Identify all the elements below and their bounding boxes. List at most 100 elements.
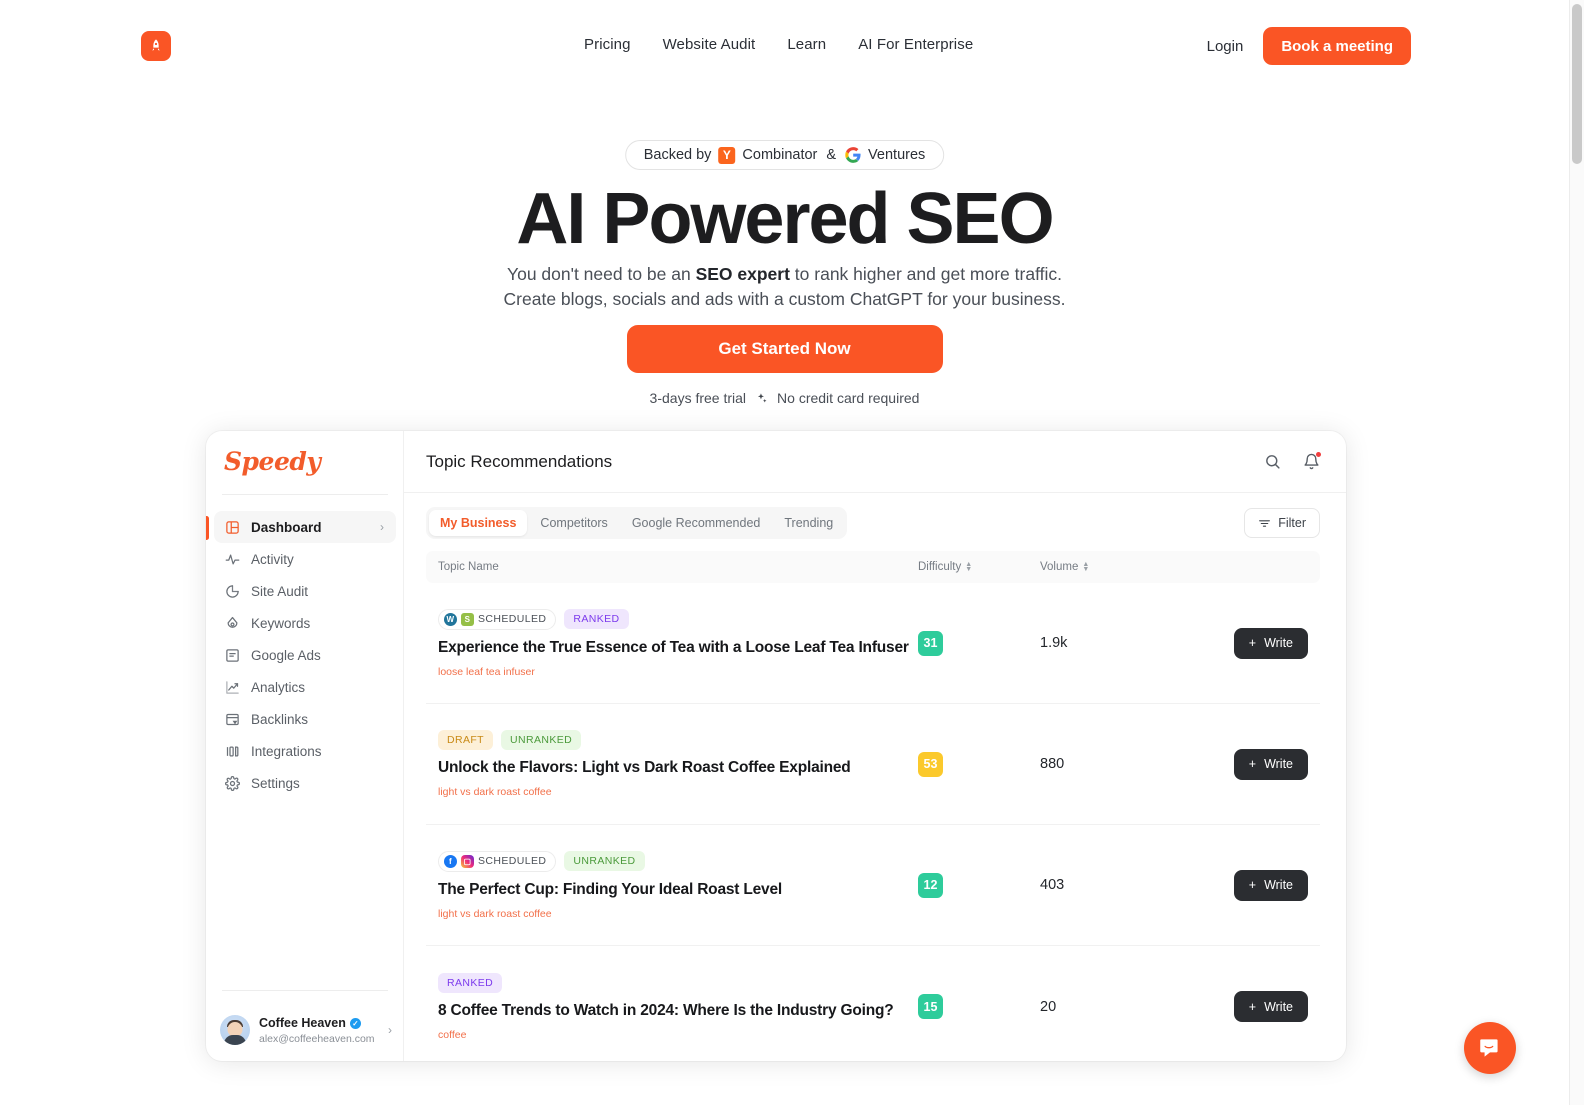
- page-scrollbar[interactable]: [1569, 0, 1584, 1105]
- filter-label: Filter: [1278, 516, 1306, 530]
- status-badge: UNRANKED: [501, 730, 582, 750]
- hero-subtitle-line2: Create blogs, socials and ads with a cus…: [503, 288, 1066, 309]
- get-started-now-button[interactable]: Get Started Now: [626, 325, 943, 373]
- difficulty-cell: 31: [918, 630, 1040, 656]
- write-button[interactable]: + Write: [1233, 748, 1308, 780]
- trending-up-icon: [224, 679, 240, 695]
- profile-chevron-right-icon: ›: [388, 1023, 392, 1037]
- status-badge: RANKED: [438, 972, 503, 993]
- app-sidebar: Speedy Dashboard › Activity Site Audit K…: [206, 431, 404, 1061]
- ycombinator-icon: Y: [718, 146, 736, 164]
- avatar: [220, 1015, 250, 1045]
- sidebar-divider-top: [222, 494, 388, 495]
- column-header-volume[interactable]: Volume ▲ ▼: [1040, 561, 1188, 573]
- tab-google-recommended[interactable]: Google Recommended: [621, 510, 772, 536]
- tab-competitors[interactable]: Competitors: [529, 510, 618, 536]
- sidebar-item-backlinks[interactable]: Backlinks: [214, 703, 396, 735]
- sidebar-item-site-audit[interactable]: Site Audit: [214, 575, 396, 607]
- nav-links: Pricing Website Audit Learn AI For Enter…: [584, 36, 973, 53]
- plus-icon: +: [1248, 636, 1257, 650]
- topic-title[interactable]: Unlock the Flavors: Light vs Dark Roast …: [438, 759, 918, 777]
- trial-note: 3-days free trial No credit card require…: [0, 390, 1569, 406]
- actions-cell: + Write: [1188, 748, 1308, 780]
- filter-icon: [1258, 517, 1271, 530]
- sidebar-item-keywords[interactable]: Keywords: [214, 607, 396, 639]
- sidebar-item-activity[interactable]: Activity: [214, 543, 396, 575]
- app-preview-card: Speedy Dashboard › Activity Site Audit K…: [206, 431, 1346, 1061]
- write-button[interactable]: + Write: [1233, 991, 1308, 1022]
- tab-my-business[interactable]: My Business: [429, 510, 528, 536]
- topic-title[interactable]: 8 Coffee Trends to Watch in 2024: Where …: [438, 1002, 918, 1020]
- write-label: Write: [1264, 878, 1293, 892]
- shopify-icon: S: [461, 612, 474, 626]
- sidebar-label-activity: Activity: [251, 551, 294, 567]
- column-header-difficulty[interactable]: Difficulty ▲ ▼: [918, 561, 1040, 573]
- table-row[interactable]: RANKED 8 Coffee Trends to Watch in 2024:…: [426, 946, 1320, 1061]
- plus-icon: +: [1248, 878, 1257, 892]
- table-row[interactable]: DRAFT UNRANKED Unlock the Flavors: Light…: [426, 704, 1320, 825]
- nav-link-ai-for-enterprise[interactable]: AI For Enterprise: [858, 36, 973, 53]
- profile-email: alex@coffeeheaven.com: [259, 1032, 375, 1045]
- speedy-logo[interactable]: Speedy: [224, 447, 321, 476]
- sidebar-label-integrations: Integrations: [251, 743, 322, 759]
- difficulty-badge: 12: [918, 872, 943, 898]
- wordpress-icon: W: [444, 612, 457, 626]
- page-title: AI Powered SEO: [516, 179, 1054, 259]
- backed-by-label: Backed by: [643, 147, 712, 163]
- scheduled-badge: f ▢ SCHEDULED: [438, 850, 557, 872]
- table-row[interactable]: f ▢ SCHEDULED UNRANKED The Perfect Cup: …: [426, 825, 1320, 946]
- bell-icon[interactable]: [1303, 452, 1321, 470]
- sidebar-item-settings[interactable]: Settings: [214, 767, 396, 799]
- scrollbar-thumb[interactable]: [1572, 4, 1582, 164]
- flame-icon: [224, 615, 240, 631]
- filter-button[interactable]: Filter: [1244, 508, 1320, 538]
- nav-link-pricing[interactable]: Pricing: [584, 36, 631, 53]
- hero-sub-bold: SEO expert: [695, 264, 790, 284]
- chat-widget-button[interactable]: [1464, 1022, 1516, 1074]
- login-link[interactable]: Login: [1207, 38, 1244, 55]
- sparkle-icon: [755, 392, 768, 405]
- nav-link-website-audit[interactable]: Website Audit: [663, 36, 756, 53]
- link-card-icon: [224, 711, 240, 727]
- write-button[interactable]: + Write: [1233, 869, 1308, 901]
- write-label: Write: [1264, 757, 1293, 771]
- columns-icon: [224, 743, 240, 759]
- user-profile[interactable]: Coffee Heaven ✓ alex@coffeeheaven.com ›: [220, 1015, 396, 1045]
- topic-title[interactable]: Experience the True Essence of Tea with …: [438, 639, 918, 657]
- column-header-volume-label: Volume: [1040, 561, 1079, 573]
- google-ventures-label: Ventures: [868, 147, 926, 163]
- topic-keyword: coffee: [438, 1028, 467, 1041]
- hero-sub-a: You don't need to be an: [507, 264, 696, 284]
- table-row[interactable]: W S SCHEDULED RANKED Experience the True…: [426, 583, 1320, 704]
- ampersand-label: &: [826, 147, 837, 163]
- sidebar-label-analytics: Analytics: [251, 679, 306, 695]
- table-header-row: Topic Name Difficulty ▲ ▼ Volume ▲ ▼: [426, 551, 1320, 583]
- nav-link-learn[interactable]: Learn: [787, 36, 826, 53]
- rocket-logo-icon[interactable]: [141, 31, 171, 61]
- plus-icon: +: [1248, 757, 1257, 771]
- tab-trending[interactable]: Trending: [773, 510, 844, 536]
- badge-group: DRAFT UNRANKED: [438, 730, 918, 750]
- topic-keyword: light vs dark roast coffee: [438, 907, 552, 920]
- document-icon: [224, 647, 240, 663]
- scheduled-badge: W S SCHEDULED: [438, 608, 557, 630]
- header-icons: [1264, 452, 1321, 470]
- book-a-meeting-button[interactable]: Book a meeting: [1263, 27, 1411, 65]
- badge-group: RANKED: [438, 972, 918, 993]
- search-icon[interactable]: [1264, 453, 1281, 470]
- profile-name-row: Coffee Heaven ✓: [259, 1016, 396, 1031]
- write-button[interactable]: + Write: [1233, 627, 1308, 659]
- trial-card-label: No credit card required: [777, 390, 920, 406]
- notification-dot: [1316, 452, 1321, 457]
- sidebar-label-keywords: Keywords: [251, 615, 311, 631]
- sidebar-item-dashboard[interactable]: Dashboard ›: [214, 511, 396, 543]
- top-navigation: Pricing Website Audit Learn AI For Enter…: [0, 0, 1569, 92]
- page-root: Pricing Website Audit Learn AI For Enter…: [0, 0, 1569, 1105]
- sidebar-item-google-ads[interactable]: Google Ads: [214, 639, 396, 671]
- sidebar-item-analytics[interactable]: Analytics: [214, 671, 396, 703]
- plus-icon: +: [1248, 999, 1257, 1014]
- pulse-icon: [224, 551, 240, 567]
- app-main: Topic Recommendations My Business Compet…: [404, 431, 1346, 1061]
- topic-title[interactable]: The Perfect Cup: Finding Your Ideal Roas…: [438, 881, 918, 899]
- sidebar-item-integrations[interactable]: Integrations: [214, 735, 396, 767]
